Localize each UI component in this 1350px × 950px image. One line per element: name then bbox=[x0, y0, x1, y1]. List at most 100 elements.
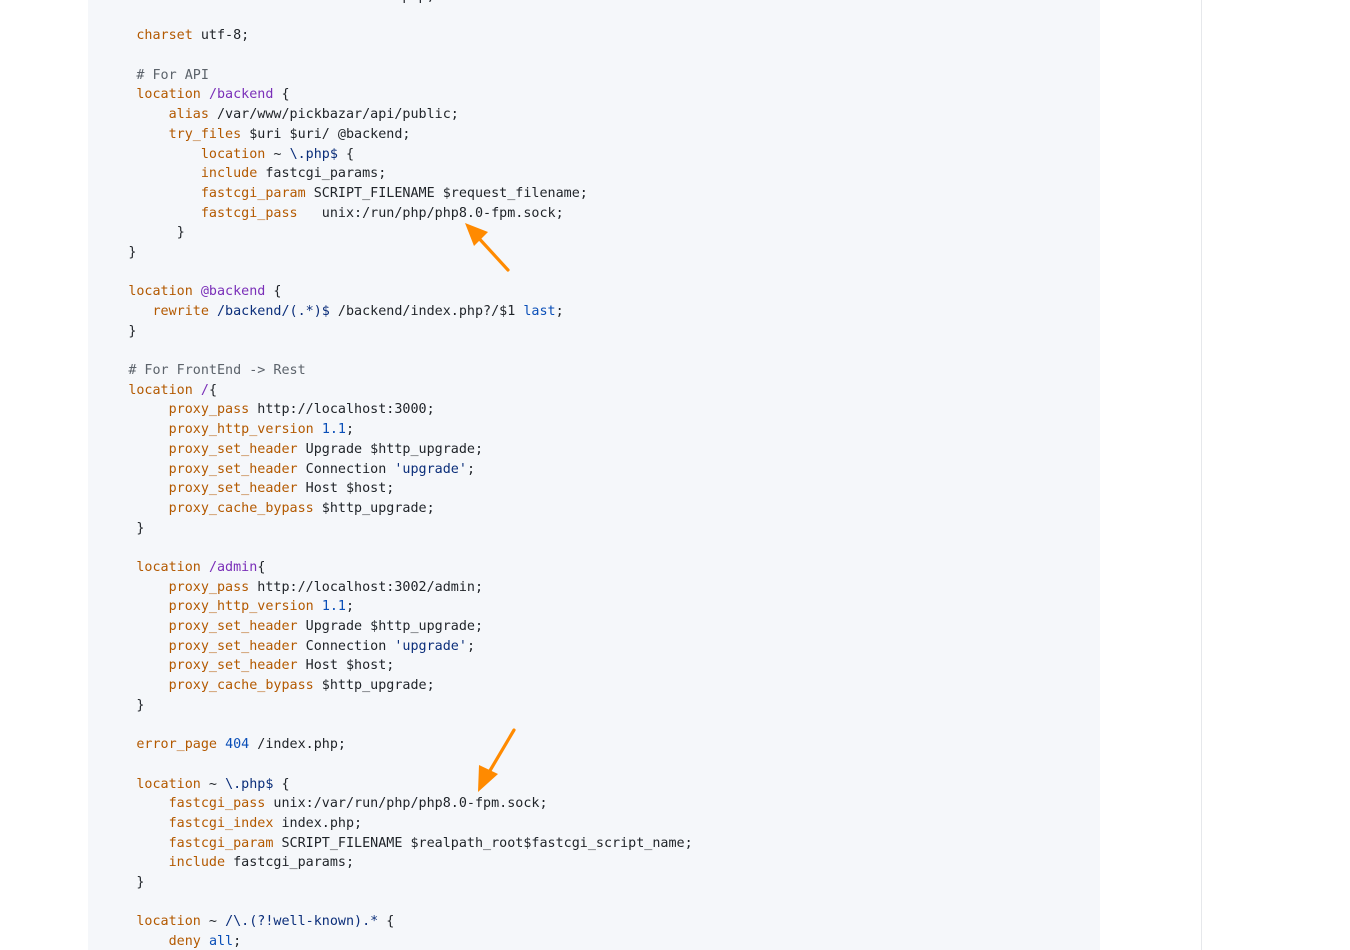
code-line: include fastcgi_params; bbox=[88, 853, 693, 873]
code-token-text: ; bbox=[346, 599, 355, 615]
code-token-number: 1.1 bbox=[321, 422, 346, 438]
code-line: # For FrontEnd -> Rest bbox=[88, 361, 693, 381]
code-line: } bbox=[88, 243, 693, 263]
code-token-text: fastcgi_params; bbox=[225, 855, 355, 871]
code-token-directive: proxy_set_header bbox=[168, 461, 298, 477]
code-token-directive: proxy_pass bbox=[168, 402, 250, 418]
code-token-regex: /\.(?!well-known).* bbox=[225, 914, 379, 930]
code-token-text: $uri $uri/ @backend; bbox=[241, 126, 411, 142]
code-line: proxy_set_header Upgrade $http_upgrade; bbox=[88, 617, 693, 637]
code-token-directive: fastcgi_pass bbox=[200, 205, 298, 221]
code-token-text: /backend/index.php?/$1 bbox=[329, 304, 524, 319]
arrow-fpm-sock-php bbox=[478, 728, 516, 792]
arrow-fpm-sock-api bbox=[465, 223, 510, 272]
code-token-text: } bbox=[128, 244, 137, 260]
code-line: proxy_cache_bypass $http_upgrade; bbox=[88, 676, 693, 696]
code-line: location ~ \.php$ { bbox=[88, 145, 693, 165]
code-line: charset utf-8; bbox=[88, 26, 693, 46]
code-token-directive: proxy_cache_bypass bbox=[168, 678, 314, 694]
code-line: try_files $uri $uri/ @backend; bbox=[88, 125, 693, 145]
code-token-directive: location bbox=[136, 914, 201, 930]
code-token-text: Connection bbox=[297, 461, 395, 477]
code-token-directive: proxy_set_header bbox=[168, 441, 298, 457]
code-token-text: SCRIPT_FILENAME $realpath_root$fastcgi_s… bbox=[273, 835, 693, 851]
code-line: } bbox=[88, 873, 693, 893]
code-token-text: } bbox=[136, 520, 145, 536]
code-line: } bbox=[88, 519, 693, 539]
code-token-text: Host $host; bbox=[297, 481, 395, 497]
code-line: location ~ \.php$ { bbox=[88, 775, 693, 795]
code-token-directive: fastcgi_param bbox=[168, 835, 274, 851]
code-token-directive: include bbox=[200, 166, 258, 182]
code-line: } bbox=[88, 223, 693, 243]
code-token-variable: /admin bbox=[208, 559, 258, 575]
code-token-directive: location bbox=[128, 382, 193, 398]
code-token-directive: location bbox=[200, 146, 266, 162]
code-line: deny all; bbox=[88, 932, 693, 950]
code-line: proxy_set_header Connection 'upgrade'; bbox=[88, 460, 693, 480]
code-token-directive: location bbox=[136, 776, 201, 792]
code-token-directive: proxy_http_version bbox=[168, 422, 314, 438]
code-token-directive: proxy_pass bbox=[168, 579, 250, 595]
code-token-text: ~ bbox=[265, 146, 290, 162]
code-token-text: ; bbox=[466, 638, 475, 654]
code-token-number: 1.1 bbox=[321, 599, 346, 615]
code-line: proxy_set_header Upgrade $http_upgrade; bbox=[88, 440, 693, 460]
code-token-text: } bbox=[136, 874, 145, 890]
code-line: # For API bbox=[88, 66, 693, 86]
code-token-directive: proxy_set_header bbox=[168, 619, 298, 634]
code-line: fastcgi_pass unix:/run/php/php8.0-fpm.so… bbox=[88, 204, 693, 224]
code-token-directive: include bbox=[168, 855, 226, 871]
code-token-text: { bbox=[257, 559, 266, 575]
code-line: proxy_http_version 1.1; bbox=[88, 420, 693, 440]
code-token-text: fastcgi_params; bbox=[257, 166, 387, 182]
code-line: proxy_pass http://localhost:3002/admin; bbox=[88, 578, 693, 598]
code-line: fastcgi_pass unix:/var/run/php/php8.0-fp… bbox=[88, 794, 693, 814]
code-token-directive: location bbox=[136, 87, 201, 103]
code-token-text: /var/www/pickbazar/api/public; bbox=[208, 107, 459, 123]
code-token-directive: location bbox=[128, 284, 193, 300]
code-token-text: ~ bbox=[200, 914, 226, 930]
code-line: } bbox=[88, 696, 693, 716]
code-token-comment: # For FrontEnd -> Rest bbox=[128, 363, 306, 379]
code-token-directive: location bbox=[136, 559, 201, 575]
code-token-comment: # For API bbox=[136, 67, 209, 83]
code-token-text: index.html index.htm index.php; bbox=[177, 0, 435, 4]
code-token-directive: rewrite bbox=[152, 304, 209, 319]
code-token-variable: /backend bbox=[208, 87, 274, 103]
code-line: rewrite /backend/(.*)$ /backend/index.ph… bbox=[88, 302, 693, 322]
code-line: proxy_set_header Host $host; bbox=[88, 479, 693, 499]
code-line: fastcgi_index index.php; bbox=[88, 814, 693, 834]
code-token-directive: fastcgi_index bbox=[168, 815, 274, 831]
code-token-variable: @backend bbox=[200, 284, 266, 300]
code-line: proxy_set_header Connection 'upgrade'; bbox=[88, 637, 693, 657]
code-token-directive: alias bbox=[168, 107, 209, 123]
